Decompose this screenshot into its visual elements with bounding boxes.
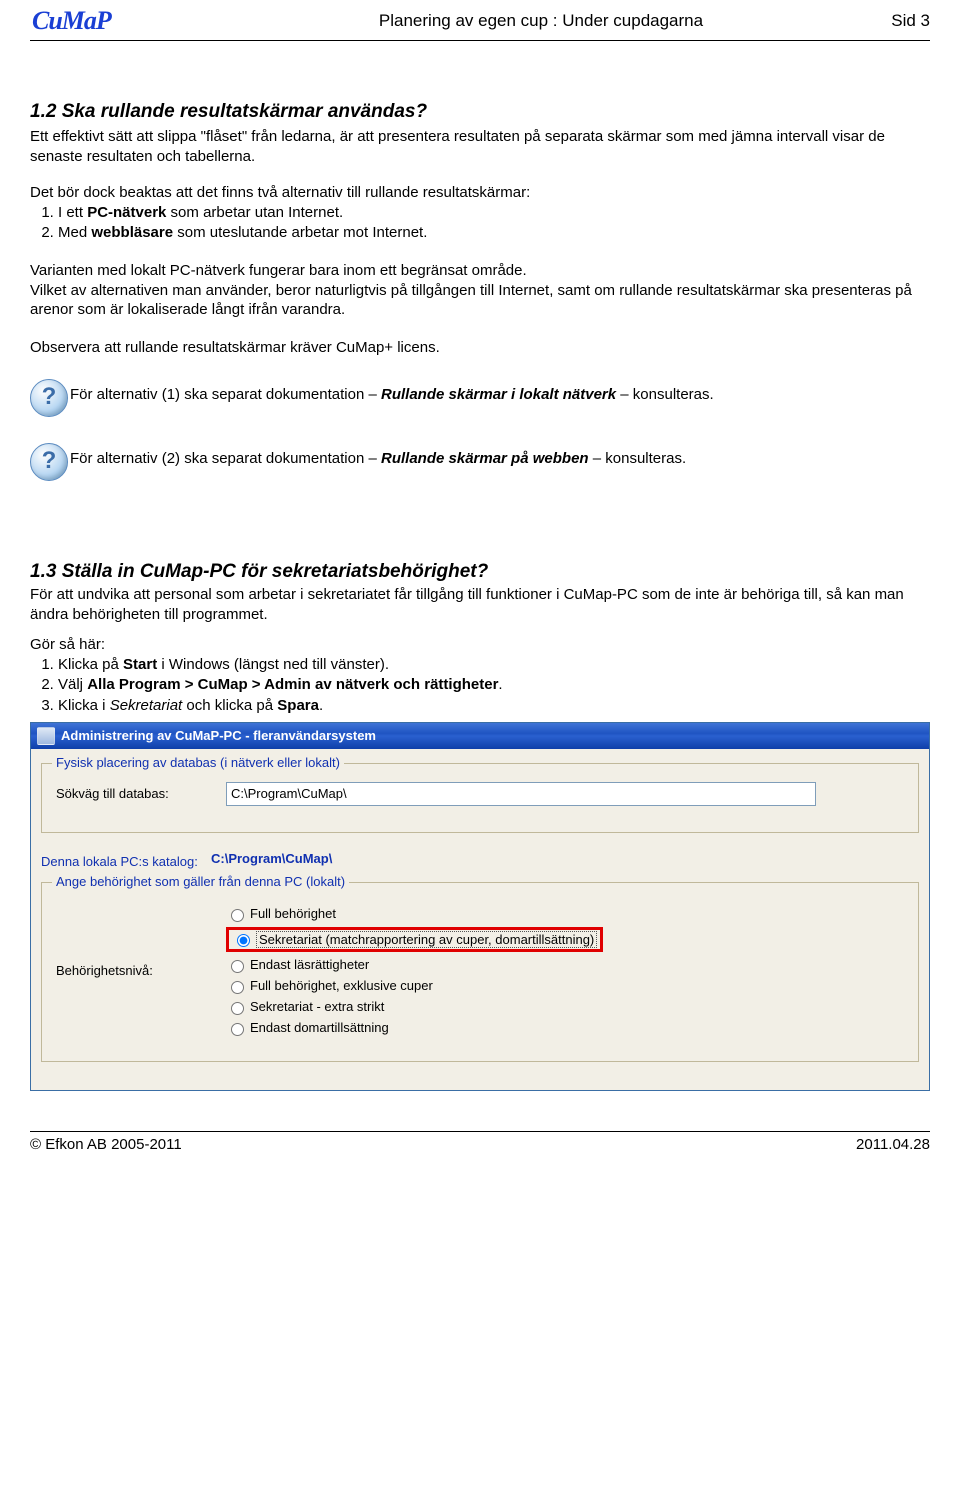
highlighted-radio: Sekretariat (matchrapportering av cuper,… [226,927,603,952]
text: Välj [58,676,87,693]
text: För alternativ (2) ska separat dokumenta… [70,450,381,467]
group-legend: Fysisk placering av databas (i nätverk e… [52,755,344,770]
list-item: Med webbläsare som uteslutande arbetar m… [58,223,930,243]
body-text: Observera att rullande resultatskärmar k… [30,338,930,358]
permission-level-label: Behörighetsnivå: [56,963,226,978]
footer-copyright: © Efkon AB 2005-2011 [30,1136,182,1153]
text: . [498,676,502,693]
text: och klicka på [182,697,277,714]
radio-label: Full behörighet [250,906,336,921]
text: För alternativ (1) ska separat dokumenta… [70,386,381,403]
group-legend: Ange behörighet som gäller från denna PC… [52,874,349,889]
section-1-2-heading: 1.2 Ska rullande resultatskärmar använda… [30,101,930,123]
bold-text: Spara [277,697,319,714]
section-1-3-heading: 1.3 Ställa in CuMap-PC för sekretariatsb… [30,561,930,583]
italic-text: Sekretariat [110,697,183,714]
db-path-label: Sökväg till databas: [56,786,226,801]
bold-text: webbläsare [91,224,173,241]
bold-text: PC-nätverk [87,204,166,221]
radio-readonly[interactable] [231,960,244,973]
radio-full[interactable] [231,909,244,922]
info-note: ? För alternativ (2) ska separat dokumen… [30,443,930,481]
bold-text: Alla Program > CuMap > Admin av nätverk … [87,676,498,693]
radio-sekretariat[interactable] [237,934,250,947]
radio-sekretariat-strict[interactable] [231,1002,244,1015]
text: Med [58,224,91,241]
header-title: Planering av egen cup : Under cupdagarna [232,11,850,31]
window-title: Administrering av CuMaP-PC - fleranvända… [61,728,376,743]
text: – konsulteras. [589,450,687,467]
list-item: I ett PC-nätverk som arbetar utan Intern… [58,203,930,223]
radio-label: Full behörighet, exklusive cuper [250,978,433,993]
radio-label: Sekretariat - extra strikt [250,999,384,1014]
text: Klicka i [58,697,110,714]
steps-label: Gör så här: [30,636,930,653]
logo: CuMaP [30,6,232,36]
info-note: ? För alternativ (1) ska separat dokumen… [30,379,930,417]
window-titlebar: Administrering av CuMaP-PC - fleranvända… [31,723,929,749]
text: som arbetar utan Internet. [166,204,343,221]
question-icon: ? [30,379,70,417]
body-text: Ett effektivt sätt att slippa "flåset" f… [30,127,930,166]
db-path-input[interactable] [226,782,816,806]
text: som uteslutande arbetar mot Internet. [173,224,427,241]
radio-referee-only[interactable] [231,1023,244,1036]
admin-window: Administrering av CuMaP-PC - fleranvända… [30,722,930,1091]
bold-text: Start [123,656,157,673]
text: – konsulteras. [616,386,714,403]
body-text: Vilket av alternativen man använder, ber… [30,281,930,320]
list-item: Klicka i Sekretariat och klicka på Spara… [58,696,930,716]
footer-date: 2011.04.28 [856,1136,930,1153]
local-pc-label: Denna lokala PC:s katalog: [41,854,211,869]
text: i Windows (längst ned till vänster). [157,656,389,673]
text: I ett [58,204,87,221]
radio-label: Endast läsrättigheter [250,957,369,972]
list-item: Välj Alla Program > CuMap > Admin av nät… [58,675,930,695]
list-item: Klicka på Start i Windows (längst ned ti… [58,655,930,675]
header-page-number: Sid 3 [850,11,930,31]
question-icon: ? [30,443,70,481]
radio-full-excl-cups[interactable] [231,981,244,994]
bold-text: Rullande skärmar på webben [381,450,589,467]
body-text: Varianten med lokalt PC-nätverk fungerar… [30,262,930,279]
page-header: CuMaP Planering av egen cup : Under cupd… [30,0,930,41]
radio-label: Sekretariat (matchrapportering av cuper,… [256,931,597,948]
body-text: Det bör dock beaktas att det finns två a… [30,184,930,201]
page-footer: © Efkon AB 2005-2011 2011.04.28 [30,1131,930,1153]
bold-text: Rullande skärmar i lokalt nätverk [381,386,616,403]
local-pc-path: C:\Program\CuMap\ [211,851,332,866]
app-icon [37,727,55,745]
radio-label: Endast domartillsättning [250,1020,389,1035]
permission-group: Ange behörighet som gäller från denna PC… [41,882,919,1062]
text: . [319,697,323,714]
database-location-group: Fysisk placering av databas (i nätverk e… [41,763,919,833]
text: Klicka på [58,656,123,673]
body-text: För att undvika att personal som arbetar… [30,585,930,624]
